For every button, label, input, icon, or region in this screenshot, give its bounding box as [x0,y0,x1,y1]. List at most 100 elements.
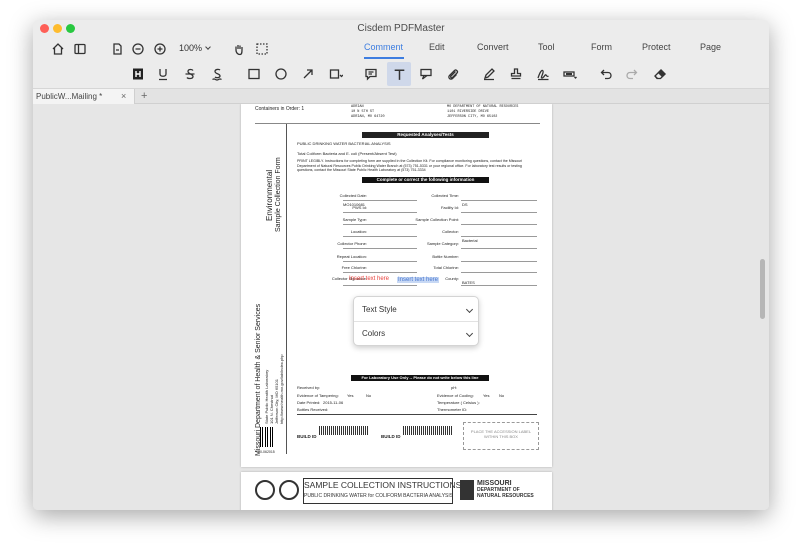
minimize-window-button[interactable] [53,24,62,33]
tab-label: PublicW...Mailing * [36,92,103,101]
zoom-out-icon[interactable] [131,42,145,56]
menu-form[interactable]: Form [591,42,612,52]
chevron-down-icon [465,305,474,314]
field-line [343,248,417,249]
analysis-text: PUBLIC DRINKING WATER BACTERIAL ANALYSIS [297,141,391,146]
rectangle-icon[interactable] [247,67,261,81]
arrow-icon[interactable] [301,67,315,81]
field-line [343,200,417,201]
chevron-down-icon [205,43,211,50]
address-right: MO DEPARTMENT OF NATURAL RESOURCES 1101 … [447,105,518,120]
popup-divider [354,321,478,322]
sample-category-value: Bacterial [462,238,478,243]
eraser-icon[interactable] [653,67,667,81]
highlight-icon[interactable] [131,67,145,81]
text-style-label: Text Style [362,305,397,314]
pdf-page-2[interactable]: SAMPLE COLLECTION INSTRUCTIONS PUBLIC DR… [241,472,552,510]
zoom-in-icon[interactable] [153,42,167,56]
left-labels: Collected Date: PWS Id: Sample Type: Loc… [297,190,367,250]
field-line [343,272,417,273]
field-line [461,212,537,213]
dnr-logo-text: MISSOURI DEPARTMENT OF NATURAL RESOURCES [477,480,534,499]
inserted-text-red[interactable]: Insert text here [349,276,389,282]
marquee-select-icon[interactable] [255,42,269,56]
ellipse-icon[interactable] [274,67,288,81]
document-viewport[interactable]: Containers in Order: 1 ADRIAN 10 N 5TH S… [33,104,769,510]
hand-tool-icon[interactable] [232,42,246,56]
vertical-divider [286,124,287,454]
zoom-window-button[interactable] [66,24,75,33]
build-id-1: BUILD ID [297,434,317,439]
app-window: Cisdem PDFMaster 100% Comment Edit Conve… [33,20,769,510]
print-legibly-text: PRINT LEGIBLY. Instructions for completi… [297,159,523,172]
close-window-button[interactable] [40,24,49,33]
instructions-title: SAMPLE COLLECTION INSTRUCTIONS [304,480,462,490]
shape-dropdown-icon[interactable] [329,67,343,81]
home-icon[interactable] [51,42,65,56]
field-line [461,261,537,262]
document-tab[interactable]: PublicW...Mailing * × [33,89,135,105]
redact-icon[interactable] [563,67,577,81]
strikethrough-icon[interactable] [183,67,197,81]
address-line: ADRIAN, MO 64720 [351,115,385,119]
temperature-label: Temperature ( Celsius ): [437,400,480,405]
tampering-yes: Yes [347,393,354,398]
stamp-icon[interactable] [509,67,523,81]
pdf-page-1[interactable]: Containers in Order: 1 ADRIAN 10 N 5TH S… [241,104,552,467]
build-id-1-field [319,426,369,435]
text-style-row[interactable]: Text Style [362,300,474,320]
menu-page[interactable]: Page [700,42,721,52]
colors-row[interactable]: Colors [362,324,474,344]
field-line [343,224,417,225]
signature-icon[interactable] [536,67,550,81]
field-line [343,261,417,262]
field-line [461,285,537,286]
accession-box: PLACE THE ACCESSION LABEL WITHIN THIS BO… [463,422,539,450]
thermometer-label: Thermometer ID: [437,407,468,412]
window-title: Cisdem PDFMaster [357,23,445,34]
menu-tool[interactable]: Tool [538,42,555,52]
menu-convert[interactable]: Convert [477,42,509,52]
instructions-subtitle: PUBLIC DRINKING WATER for COLIFORM BACTE… [304,493,454,499]
zoom-level-select[interactable]: 100% [179,43,211,53]
menu-protect[interactable]: Protect [642,42,671,52]
ph-label: pH: [451,385,458,390]
date-printed-label: Date Printed: [297,400,321,405]
side-sample-collection: Sample Collection Form [275,157,282,232]
cooling-yes: Yes [483,393,490,398]
facility-id-value: DS [462,202,468,207]
lab-use-bar: For Laboratory Use Only -- Please do not… [351,375,489,381]
squiggly-icon[interactable] [210,67,224,81]
tab-close-icon[interactable]: × [121,89,126,104]
page-view-icon[interactable] [110,42,124,56]
tab-bar: PublicW...Mailing * × + [33,88,769,105]
inserted-text-selected[interactable]: Insert text here [397,277,440,283]
underline-icon[interactable] [156,67,170,81]
vertical-scrollbar[interactable] [760,259,765,319]
note-icon[interactable] [364,67,378,81]
bottles-received-label: Bottles Received: [297,407,329,412]
callout-icon[interactable] [419,67,433,81]
address-left: ADRIAN 10 N 5TH ST ADRIAN, MO 64720 [351,105,385,120]
complete-info-bar: Complete or correct the following inform… [362,177,489,183]
sidebar-toggle-icon[interactable] [73,42,87,56]
undo-icon[interactable] [599,67,613,81]
build-id-2: BUILD ID [381,434,401,439]
attachment-icon[interactable] [446,67,460,81]
redo-icon[interactable] [625,67,639,81]
chevron-down-icon [465,329,474,338]
coliform-text: Total Coliform Bacteria and E. coli (Pre… [297,151,397,156]
text-tool-icon[interactable] [387,62,411,86]
field-line [461,224,537,225]
menu-edit[interactable]: Edit [429,42,445,52]
field-line [461,272,537,273]
field-line [461,200,537,201]
pen-icon[interactable] [482,67,496,81]
requested-tests-bar: Requested Analyses/Tests [362,132,489,138]
field-line [461,248,537,249]
evidence-cooling-label: Evidence of Cooling: [437,393,474,398]
new-tab-icon[interactable]: + [141,89,147,104]
side-environmental: Environmental [265,169,274,221]
field-line [343,212,417,213]
menu-comment[interactable]: Comment [364,42,403,52]
